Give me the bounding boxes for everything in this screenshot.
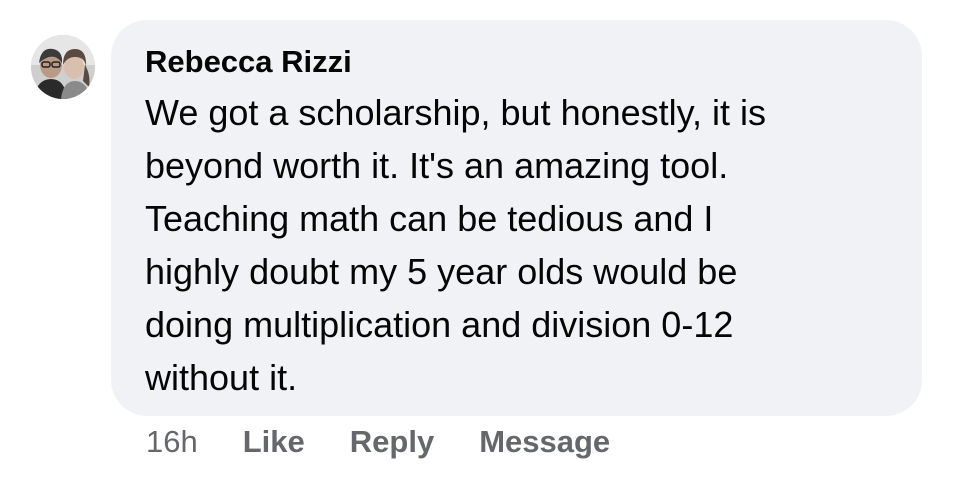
- comment-text-line: doing multiplication and division 0-12: [145, 304, 734, 345]
- message-button[interactable]: Message: [479, 424, 610, 460]
- comment-text-line: without it.: [145, 357, 298, 398]
- comment: Rebecca Rizzi We got a scholarship, but …: [0, 0, 972, 477]
- comment-author[interactable]: Rebecca Rizzi: [145, 42, 892, 82]
- comment-text-line: We got a scholarship, but honestly, it i…: [145, 92, 766, 133]
- comment-text-line: highly doubt my 5 year olds would be: [145, 251, 738, 292]
- comment-text: We got a scholarship, but honestly, it i…: [145, 86, 892, 404]
- comment-actions: 16h Like Reply Message: [146, 420, 610, 464]
- avatar[interactable]: [31, 35, 95, 99]
- comment-timestamp[interactable]: 16h: [146, 424, 198, 460]
- comment-text-line: beyond worth it. It's an amazing tool.: [145, 145, 729, 186]
- comment-text-line: Teaching math can be tedious and I: [145, 198, 714, 239]
- comment-bubble: Rebecca Rizzi We got a scholarship, but …: [111, 20, 922, 416]
- like-button[interactable]: Like: [243, 424, 305, 460]
- avatar-photo-icon: [31, 35, 95, 99]
- reply-button[interactable]: Reply: [350, 424, 434, 460]
